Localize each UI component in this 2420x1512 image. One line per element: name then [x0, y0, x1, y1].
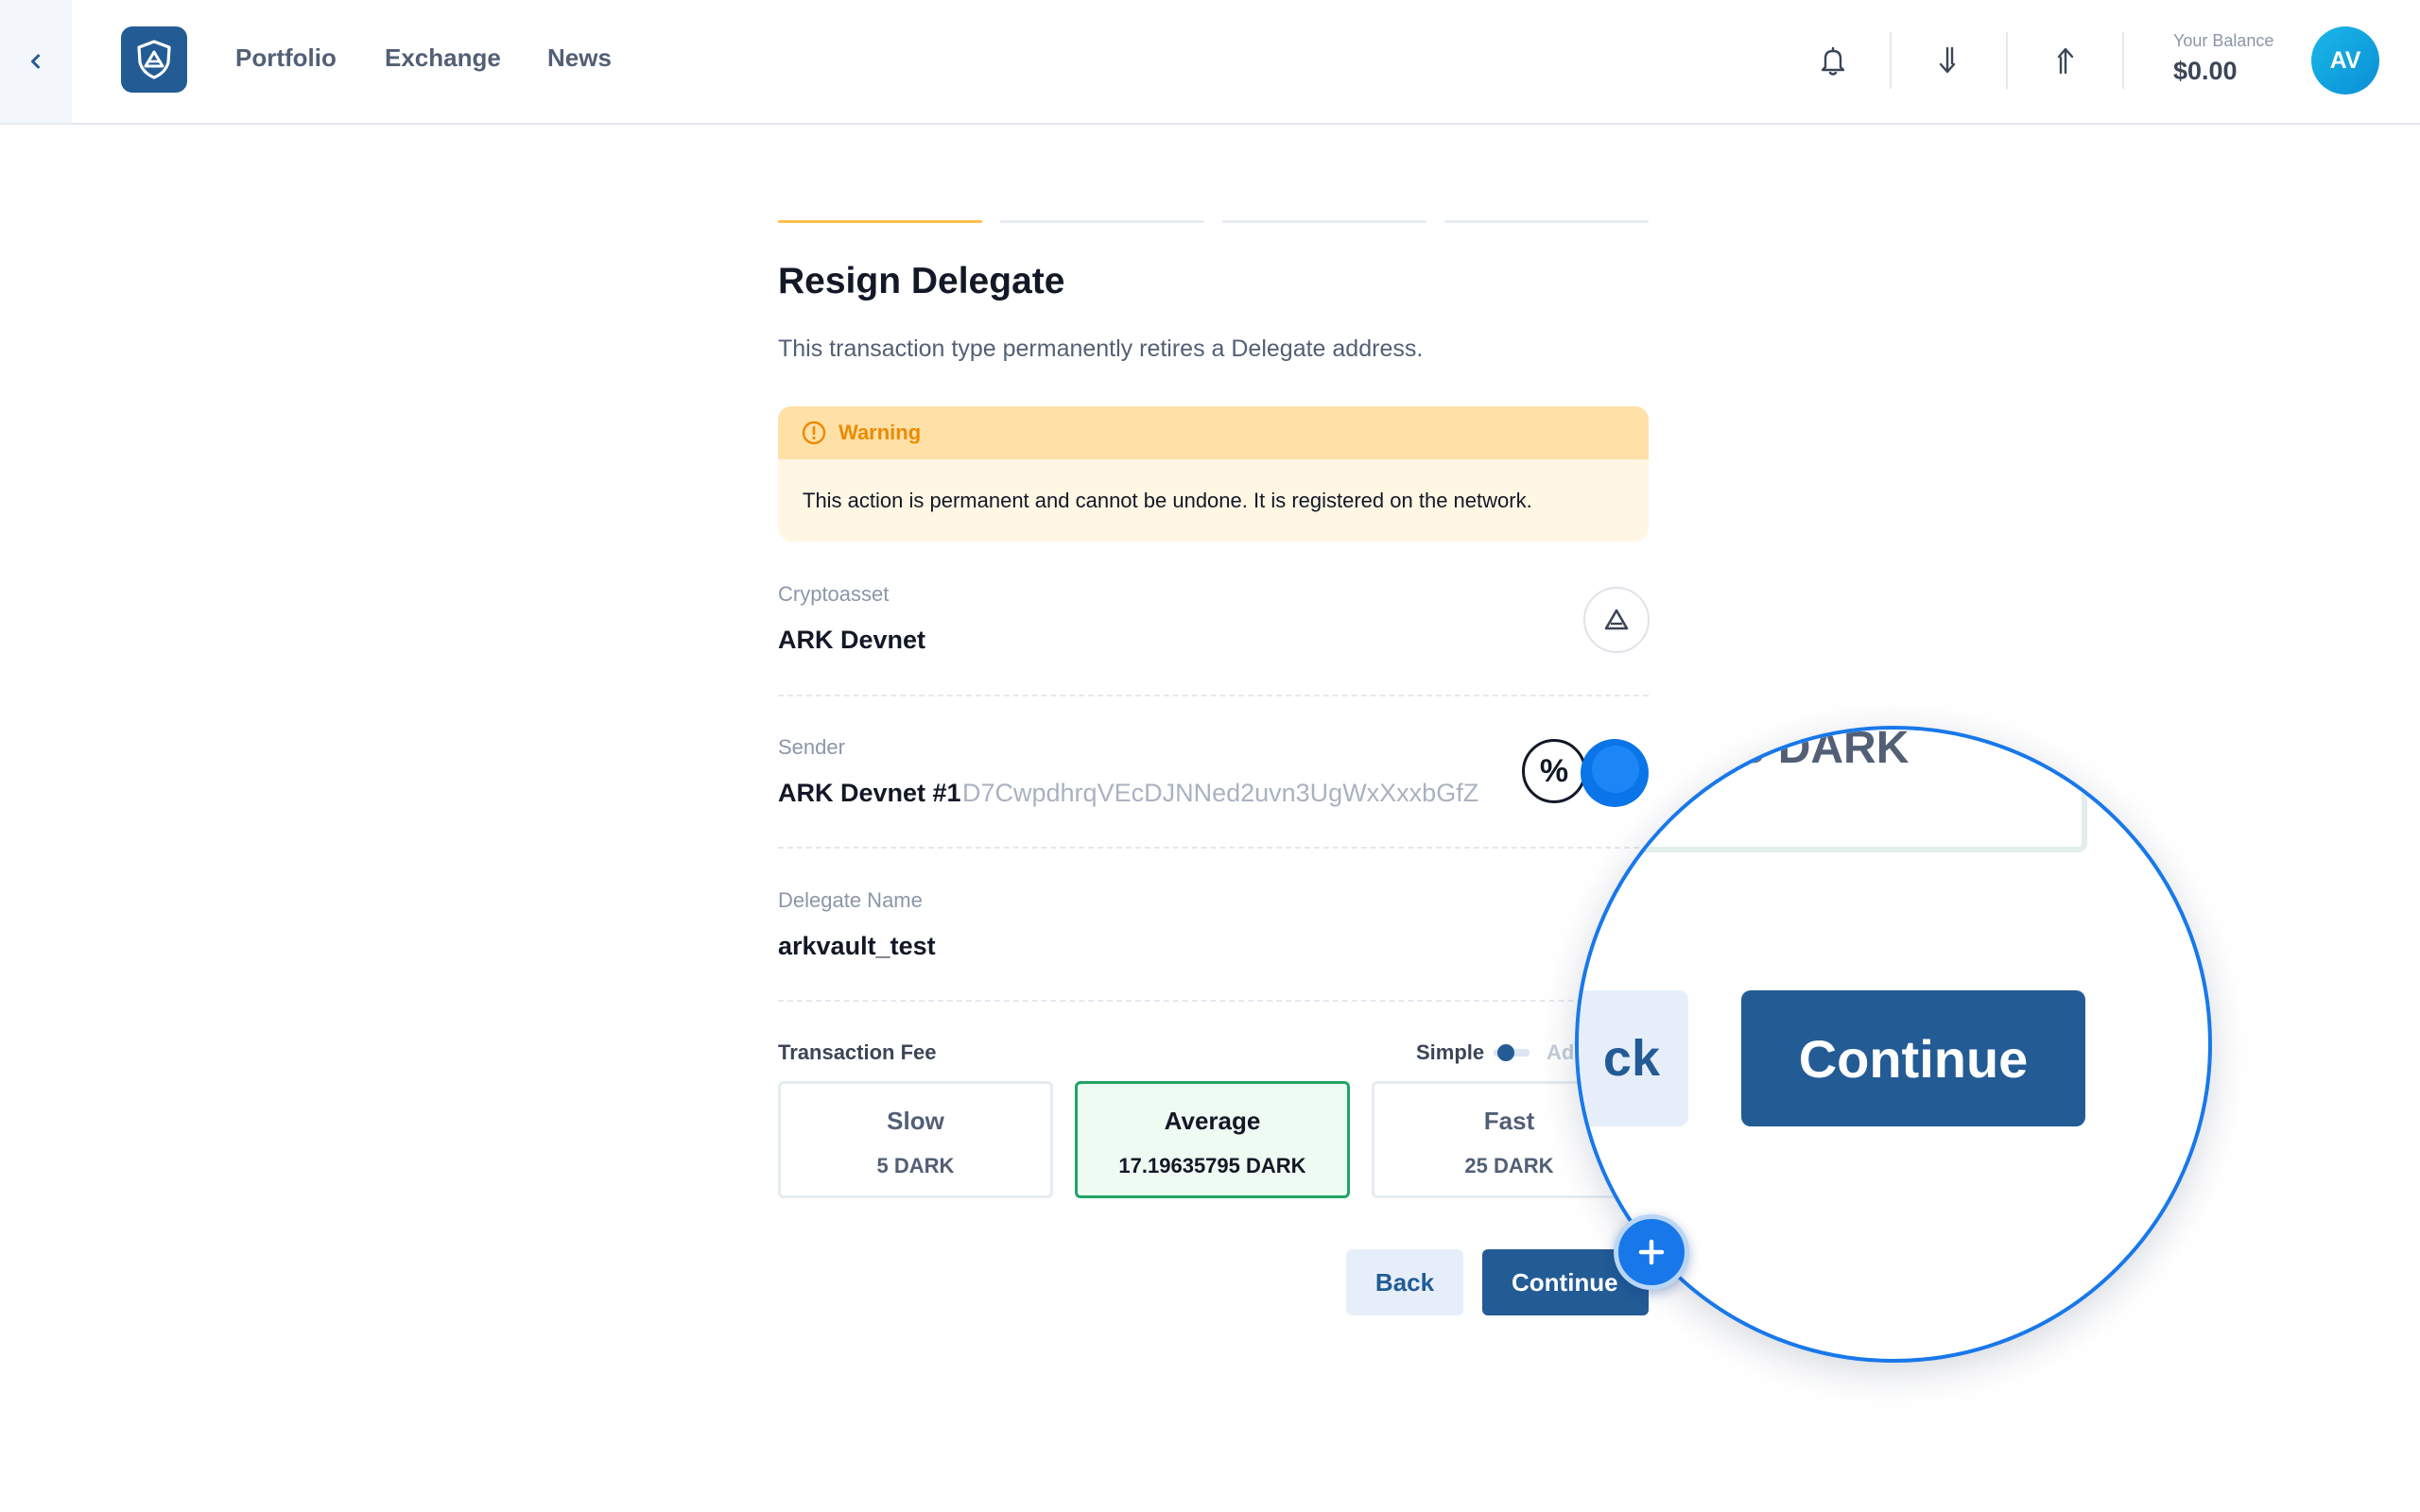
cryptoasset-value: ARK Devnet [778, 626, 926, 654]
sender-name: ARK Devnet #1 [778, 779, 961, 807]
page-title: Resign Delegate [778, 261, 1065, 301]
avatar[interactable]: AV [2311, 26, 2379, 94]
balance-value: $0.00 [2173, 57, 2238, 85]
cryptoasset-label: Cryptoasset [778, 582, 890, 606]
receive-icon [1939, 46, 1956, 74]
notifications-button[interactable] [1810, 38, 1856, 83]
header-divider [2122, 32, 2124, 89]
balance-label: Your Balance [2173, 31, 2274, 50]
fee-option-amount: 17.19635795 DARK [1118, 1154, 1306, 1177]
warning-alert: Warning This action is permanent and can… [778, 406, 1649, 541]
fee-mode-advanced-label[interactable]: Ad [1547, 1040, 1574, 1065]
divider [778, 847, 1649, 849]
receive-button[interactable] [1927, 38, 1972, 83]
header-divider [2006, 32, 2008, 89]
fee-mode-toggle-knob[interactable] [1497, 1044, 1514, 1061]
back-button[interactable] [0, 0, 72, 123]
magnified-back-button: ck [1579, 990, 1688, 1126]
nav-news[interactable]: News [547, 43, 612, 73]
ark-logo-icon [137, 40, 171, 79]
step-4 [1444, 220, 1649, 223]
sender-address: D7CwpdhrqVEcDJNNed2uvn3UgWxXxxbGfZ [962, 779, 1479, 807]
plus-icon [1638, 1239, 1665, 1265]
fee-option-name: Slow [887, 1107, 944, 1135]
top-navbar: Portfolio Exchange News Your Balance $0.… [0, 0, 2420, 125]
warning-text: This action is permanent and cannot be u… [803, 489, 1532, 512]
back-button[interactable]: Back [1346, 1249, 1463, 1315]
send-icon [2057, 47, 2074, 75]
fee-option-slow[interactable]: Slow 5 DARK [778, 1081, 1053, 1198]
alert-circle-icon [802, 421, 826, 445]
warning-header: Warning [778, 406, 1649, 459]
send-button[interactable] [2043, 38, 2088, 83]
delegate-name-label: Delegate Name [778, 888, 923, 912]
sender-label: Sender [778, 735, 845, 759]
fee-option-amount: 5 DARK [876, 1154, 955, 1177]
transaction-fee-label: Transaction Fee [778, 1040, 937, 1064]
fee-mode-simple-label[interactable]: Simple [1416, 1040, 1484, 1065]
divider [778, 1000, 1649, 1002]
network-badge [1583, 587, 1650, 653]
fee-option-name: Average [1164, 1107, 1261, 1135]
step-3 [1222, 220, 1426, 223]
divider [778, 695, 1649, 696]
nav-portfolio[interactable]: Portfolio [235, 43, 337, 73]
bell-icon [1821, 46, 1845, 76]
header-divider [1890, 32, 1892, 89]
zoom-in-button[interactable] [1614, 1214, 1689, 1290]
step-2 [1000, 220, 1204, 223]
magnified-fee-card: 25 DARK [1579, 726, 2087, 852]
delegate-name-value: arkvault_test [778, 932, 936, 960]
ark-logo[interactable] [121, 26, 187, 93]
percent-badge: % [1522, 739, 1586, 803]
chevron-left-icon [31, 54, 40, 69]
magnified-continue-button: Continue [1741, 990, 2085, 1126]
step-1 [778, 220, 982, 223]
page-description: This transaction type permanently retire… [778, 335, 1424, 362]
ark-network-icon [1604, 609, 1629, 630]
fee-option-average[interactable]: Average 17.19635795 DARK [1075, 1081, 1350, 1198]
warning-title: Warning [838, 421, 922, 444]
nav-exchange[interactable]: Exchange [385, 43, 501, 73]
magnified-fee-amount: 25 DARK [1715, 726, 1910, 773]
